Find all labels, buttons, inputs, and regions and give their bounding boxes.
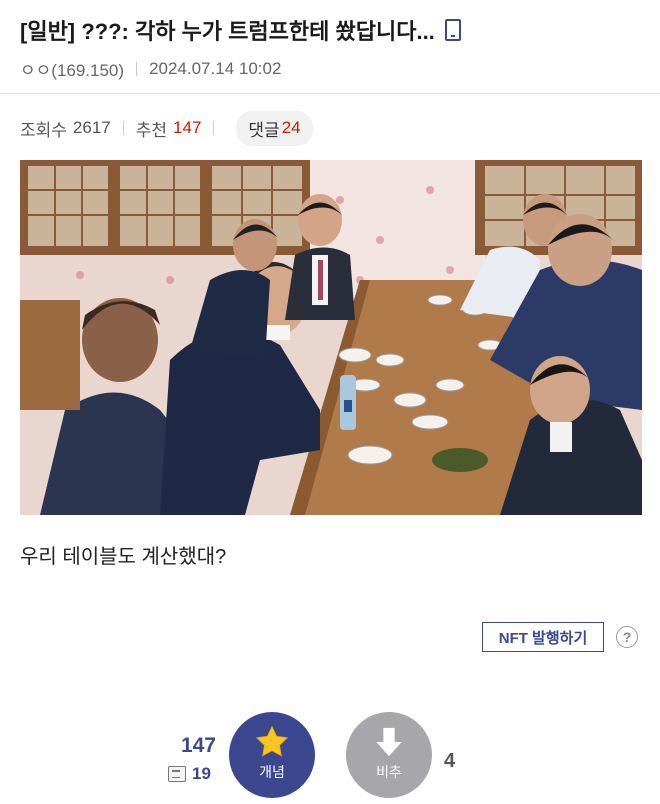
star-icon: [255, 725, 289, 757]
fixed-user-icon: [168, 766, 186, 782]
fixed-recommend-count: 19: [192, 764, 211, 783]
upvote-label: 개념: [259, 764, 285, 780]
recommend-count-stat: 147: [173, 118, 202, 137]
meta-divider: [136, 61, 138, 76]
post-meta: ㅇㅇ(169.150) 2024.07.14 10:02: [20, 56, 281, 81]
header-divider: [0, 93, 660, 94]
help-icon[interactable]: ?: [616, 626, 638, 648]
post-header: [일반] ???: 각하 누가 트럼프한테 쐈답니다... ㅇㅇ(169.150…: [0, 0, 660, 94]
downvote-label: 비추: [376, 764, 402, 780]
post-datetime: 2024.07.14 10:02: [149, 58, 282, 78]
downvote-count: 4: [444, 750, 456, 772]
comments-label: 댓글: [248, 120, 280, 140]
post-photo[interactable]: [20, 160, 642, 515]
post-body-text: 우리 테이블도 계산했대?: [20, 546, 227, 568]
comments-count: 24: [281, 118, 301, 137]
mobile-phone-icon: [444, 19, 461, 41]
dinner-photo-illustration: [20, 160, 642, 515]
recommend-label: 추천: [135, 120, 168, 140]
upvote-button[interactable]: 개념: [229, 712, 315, 798]
post-title-text: [일반] ???: 각하 누가 트럼프한테 쐈답니다...: [20, 19, 435, 44]
stats-divider: [213, 121, 215, 135]
comments-button[interactable]: 댓글 24: [236, 110, 313, 146]
author-name[interactable]: ㅇㅇ(169.150): [20, 56, 124, 81]
post-title: [일반] ???: 각하 누가 트럼프한테 쐈답니다...: [20, 14, 461, 46]
arrow-down-icon: [376, 727, 402, 757]
fixed-recommend-row: 19: [168, 764, 211, 784]
post-stats: 조회수 2617 추천 147 댓글 24: [20, 110, 313, 146]
views-count: 2617: [72, 118, 111, 137]
downvote-button[interactable]: 비추: [346, 712, 432, 798]
views-label: 조회수: [20, 120, 67, 140]
nft-issue-button[interactable]: NFT 발행하기: [482, 622, 604, 652]
recommend-total: 147: [180, 734, 216, 757]
stats-divider: [122, 121, 124, 135]
